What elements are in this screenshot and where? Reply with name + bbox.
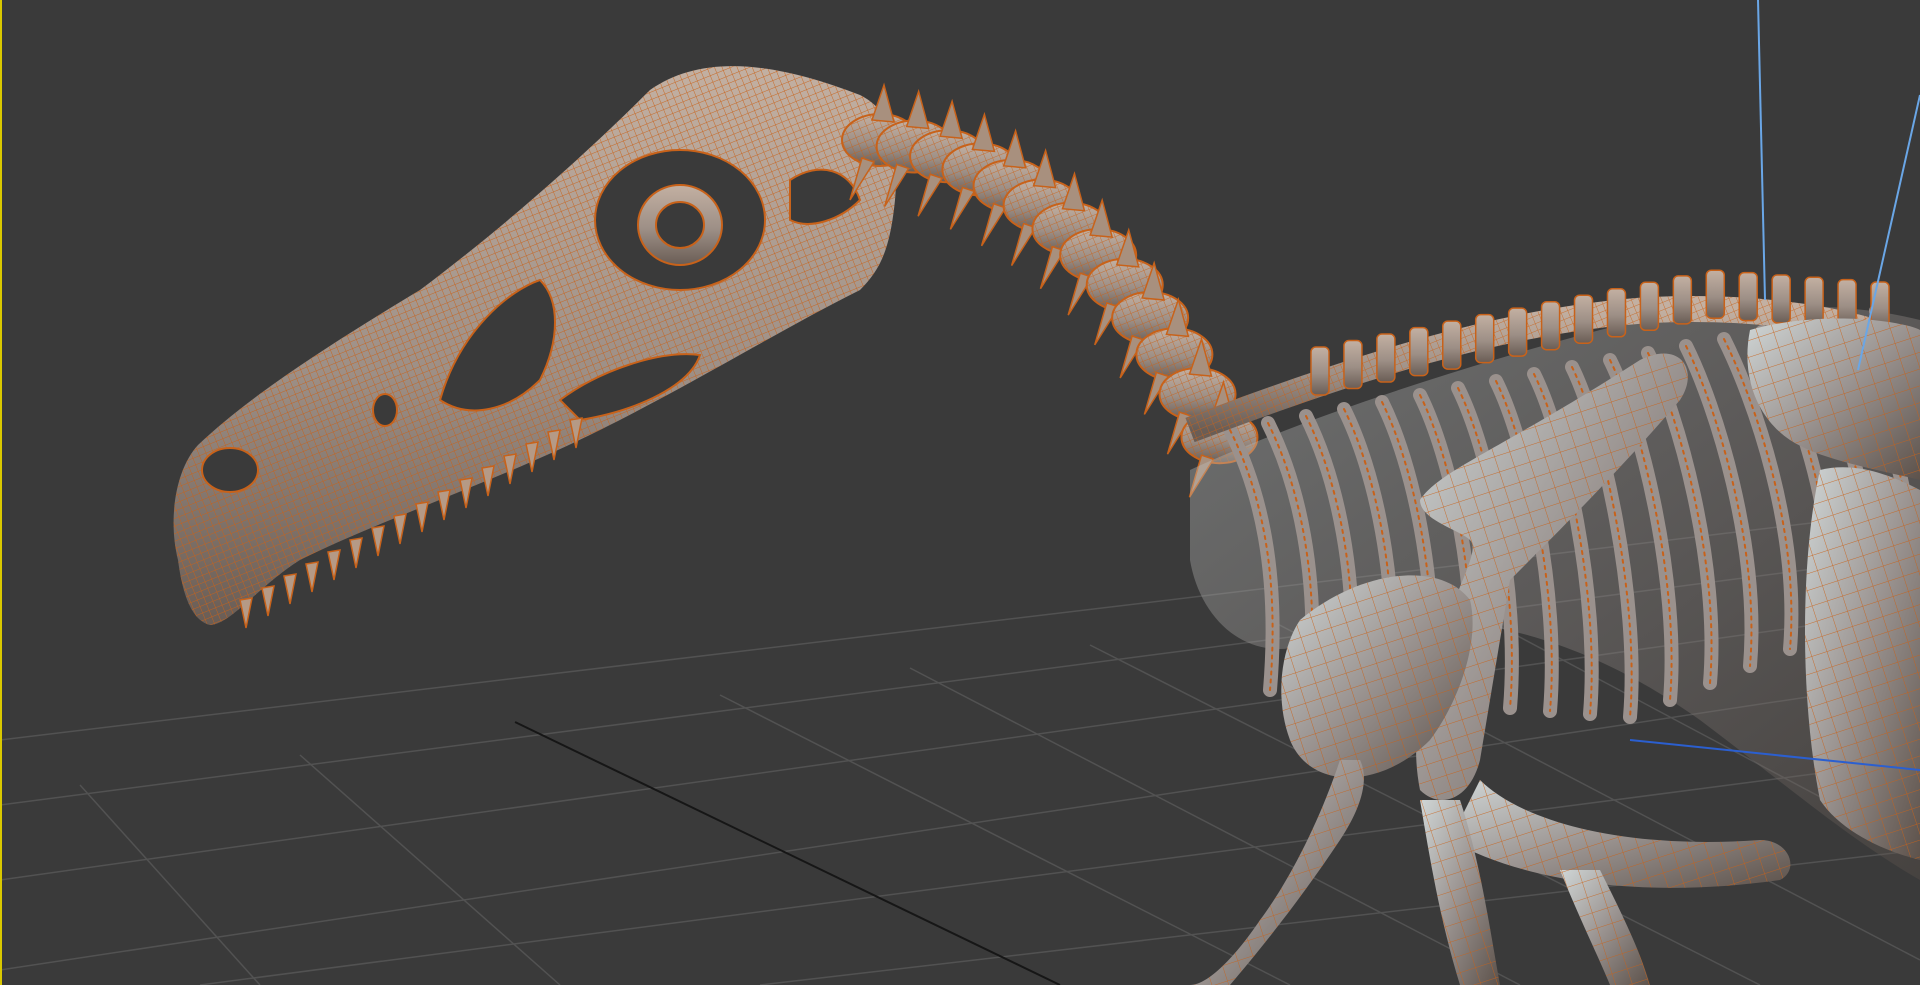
- neural-spine: [939, 98, 964, 140]
- dorsal-spine: [1507, 307, 1528, 357]
- tooth: [437, 489, 451, 521]
- dorsal-spine: [1573, 294, 1594, 344]
- dorsal-spine: [1376, 333, 1396, 383]
- grid-line: [299, 754, 561, 985]
- tooth: [327, 549, 341, 581]
- dorsal-spine: [1672, 275, 1693, 325]
- tooth: [261, 585, 275, 617]
- dorsal-spine: [1771, 274, 1791, 324]
- viewport-scene[interactable]: [0, 0, 1920, 985]
- active-viewport-border: [0, 0, 2, 985]
- dorsal-spine: [1804, 276, 1824, 327]
- neural-spine: [971, 111, 996, 153]
- neural-spine: [905, 88, 930, 130]
- tooth: [349, 537, 363, 569]
- tooth: [459, 477, 473, 509]
- grid-axis-line: [514, 721, 1061, 985]
- tooth: [393, 513, 407, 545]
- dorsal-spine: [1474, 313, 1495, 364]
- cervical-rib: [949, 186, 976, 230]
- dorsal-spine: [1639, 281, 1660, 332]
- dorsal-spine: [1310, 346, 1330, 396]
- cervical-rib: [917, 173, 944, 217]
- tooth: [415, 501, 429, 533]
- dorsal-spine: [1606, 288, 1627, 338]
- dorsal-spine: [1705, 269, 1726, 319]
- tooth: [305, 561, 319, 593]
- dorsal-spine: [1343, 339, 1363, 390]
- dorsal-spine: [1540, 300, 1561, 351]
- transform-gizmo-z-axis[interactable]: [1757, 0, 1766, 301]
- tooth: [239, 597, 253, 629]
- dorsal-spine: [1409, 326, 1429, 377]
- tooth: [371, 525, 385, 557]
- dorsal-spine: [1442, 320, 1462, 370]
- dorsal-spine: [1738, 271, 1758, 322]
- neural-spine: [1002, 128, 1027, 169]
- skull[interactable]: [173, 66, 897, 629]
- tooth: [283, 573, 297, 605]
- cervical-rib: [980, 202, 1007, 247]
- neural-spine: [870, 82, 896, 123]
- dinosaur-skeleton-model[interactable]: [173, 66, 1920, 985]
- grid-line: [79, 784, 261, 985]
- 3d-viewport[interactable]: [0, 0, 1920, 985]
